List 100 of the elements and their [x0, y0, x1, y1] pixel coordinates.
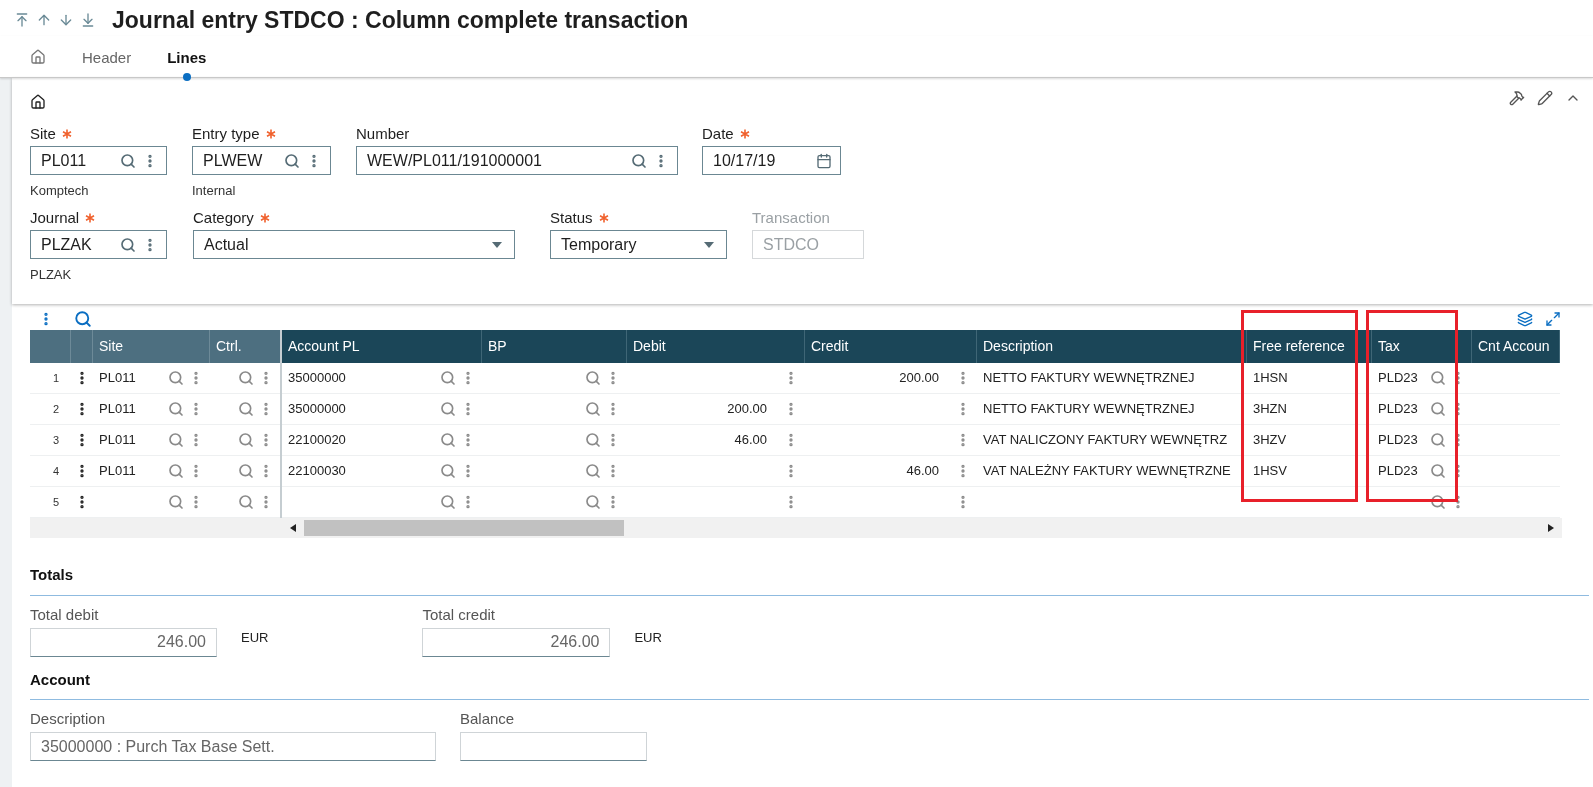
search-icon[interactable]	[168, 370, 184, 386]
page-title: Journal entry STDCO : Column complete transaction	[112, 5, 689, 35]
calendar-icon[interactable]	[816, 152, 832, 169]
table-cell-text: VAT NALICZONY FAKTURY WEWNĘTRZ	[983, 431, 1228, 450]
search-icon[interactable]	[440, 494, 456, 510]
field-label: Total credit	[422, 604, 496, 625]
scroll-left-icon[interactable]	[290, 524, 296, 532]
input-field: STDCO	[752, 230, 864, 259]
expand-icon[interactable]	[1545, 311, 1561, 327]
input-field[interactable]: PLZAK	[30, 230, 167, 259]
search-icon[interactable]	[631, 152, 647, 169]
tab[interactable]: Header	[82, 46, 132, 77]
table-cell-text: PLD23	[1378, 462, 1419, 481]
first-record-icon[interactable]	[14, 12, 30, 28]
column-header[interactable]: Account PL	[282, 330, 482, 363]
search-icon[interactable]	[1430, 370, 1446, 386]
input-field[interactable]: WEW/PL011/191000001	[356, 146, 678, 175]
search-icon[interactable]	[585, 494, 601, 510]
table-cell-text: PLD23	[1378, 400, 1419, 419]
date-field[interactable]: 10/17/19	[702, 146, 841, 175]
column-header[interactable]: Debit	[627, 330, 805, 363]
search-icon[interactable]	[440, 432, 456, 448]
search-icon[interactable]	[238, 432, 254, 448]
row-number: 1	[52, 370, 59, 386]
field-label: Category	[193, 207, 254, 228]
next-record-icon[interactable]	[58, 12, 74, 28]
field-label: Date	[702, 123, 734, 144]
search-icon[interactable]	[74, 310, 92, 328]
table-cell-text: PL011	[99, 431, 137, 450]
search-icon[interactable]	[238, 463, 254, 479]
input-field: 246.00	[30, 627, 217, 657]
section-title: Totals	[30, 564, 1589, 596]
table-cell-text: 35000000	[288, 400, 347, 419]
column-header[interactable]: Cnt Accoun	[1472, 330, 1560, 363]
table-cell-text: 200.00	[899, 369, 939, 388]
table-cell-text: 3HZN	[1253, 400, 1287, 419]
search-icon[interactable]	[585, 401, 601, 417]
home-icon[interactable]	[30, 94, 46, 110]
table-cell-text: PL011	[99, 462, 137, 481]
search-icon[interactable]	[238, 401, 254, 417]
field-label: Status	[550, 207, 593, 228]
search-icon[interactable]	[1430, 432, 1446, 448]
scroll-right-icon[interactable]	[1548, 524, 1554, 532]
previous-record-icon[interactable]	[36, 12, 52, 28]
search-icon[interactable]	[168, 463, 184, 479]
input-field: 246.00	[422, 627, 611, 657]
field-label: Total debit	[30, 604, 100, 625]
dropdown-caret-icon[interactable]	[704, 241, 714, 248]
table-cell-text: PL011	[99, 400, 137, 419]
search-icon[interactable]	[168, 432, 184, 448]
dropdown[interactable]: Temporary	[550, 230, 727, 259]
field-label: Number	[356, 123, 410, 144]
column-header[interactable]: Ctrl.	[210, 330, 282, 363]
section-title: Account	[30, 668, 1589, 700]
table-cell-text: VAT NALEŻNY FAKTURY WEWNĘTRZNE	[983, 462, 1231, 481]
search-icon[interactable]	[440, 370, 456, 386]
edit-icon[interactable]	[1537, 90, 1553, 106]
column-header[interactable]: Credit	[805, 330, 977, 363]
table-cell-text: NETTO FAKTURY WEWNĘTRZNEJ	[983, 400, 1195, 419]
search-icon[interactable]	[238, 494, 254, 510]
table-cell-text: NETTO FAKTURY WEWNĘTRZNEJ	[983, 369, 1195, 388]
field-label: Transaction	[752, 207, 830, 228]
search-icon[interactable]	[168, 401, 184, 417]
field-label: Journal	[30, 207, 80, 228]
row-number: 3	[52, 432, 59, 448]
search-icon[interactable]	[585, 463, 601, 479]
column-header[interactable]: Site	[93, 330, 210, 363]
dropdown[interactable]: Actual	[193, 230, 515, 259]
row-number: 4	[52, 463, 59, 479]
table-cell-text: PLD23	[1378, 369, 1419, 388]
tools-icon[interactable]	[1509, 90, 1525, 106]
search-icon[interactable]	[585, 370, 601, 386]
search-icon[interactable]	[120, 152, 136, 169]
column-header[interactable]: BP	[482, 330, 627, 363]
search-icon[interactable]	[1430, 494, 1446, 510]
search-icon[interactable]	[284, 152, 300, 169]
field-label: Site	[30, 123, 56, 144]
row-number: 5	[52, 494, 59, 510]
column-header[interactable]: Free reference	[1247, 330, 1372, 363]
search-icon[interactable]	[1430, 401, 1446, 417]
field-label: Entry type	[192, 123, 260, 144]
search-icon[interactable]	[440, 401, 456, 417]
table-cell-text: 200.00	[727, 400, 767, 419]
search-icon[interactable]	[1430, 463, 1446, 479]
search-icon[interactable]	[238, 370, 254, 386]
search-icon[interactable]	[168, 494, 184, 510]
currency-label: EUR	[634, 629, 662, 648]
layers-icon[interactable]	[1517, 311, 1533, 327]
input-field[interactable]: PLWEW	[192, 146, 331, 175]
field-note: PLZAK	[30, 266, 73, 284]
column-header[interactable]: Description	[977, 330, 1247, 363]
table-cell-text: 1HSV	[1253, 462, 1287, 481]
search-icon[interactable]	[120, 236, 136, 253]
dropdown-caret-icon[interactable]	[492, 241, 502, 248]
input-field[interactable]: PL011	[30, 146, 167, 175]
search-icon[interactable]	[585, 432, 601, 448]
search-icon[interactable]	[440, 463, 456, 479]
corner-header	[30, 330, 71, 363]
column-header[interactable]: Tax	[1372, 330, 1472, 363]
last-record-icon[interactable]	[80, 12, 96, 28]
